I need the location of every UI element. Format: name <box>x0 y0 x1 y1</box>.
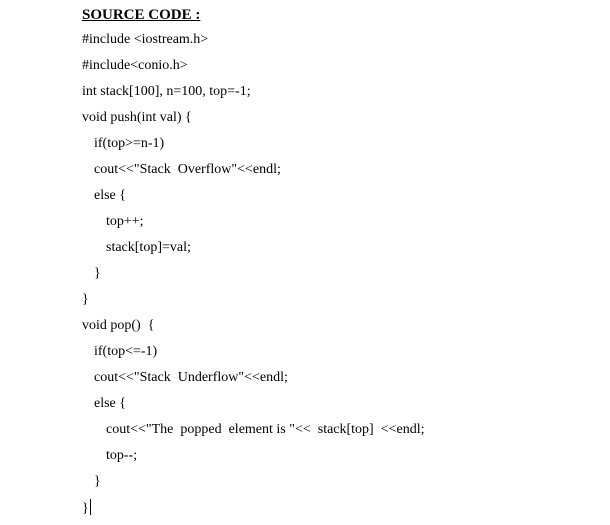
code-line-4: void push(int val) { <box>82 110 192 125</box>
code-line-15: else { <box>94 396 126 411</box>
code-line-3: int stack[100], n=100, top=-1; <box>82 84 251 99</box>
code-line-17: top--; <box>106 448 138 463</box>
code-line-1: #include <iostream.h> <box>82 32 209 47</box>
code-line-12: void pop() { <box>82 318 155 333</box>
code-line-10: } <box>94 266 101 281</box>
source-code-heading: SOURCE CODE : <box>82 7 201 23</box>
code-line-6: cout<<"Stack Overflow"<<endl; <box>94 162 281 177</box>
code-line-8: top++; <box>106 214 144 229</box>
code-line-19-text: } <box>82 501 89 516</box>
code-line-13: if(top<=-1) <box>94 344 158 359</box>
code-line-11: } <box>82 292 89 307</box>
code-line-2: #include<conio.h> <box>82 58 188 73</box>
code-line-14: cout<<"Stack Underflow"<<endl; <box>94 370 288 385</box>
code-line-9: stack[top]=val; <box>106 240 191 255</box>
text-cursor <box>89 499 91 515</box>
code-line-5: if(top>=n-1) <box>94 136 165 151</box>
document-page: SOURCE CODE : #include <iostream.h> #inc… <box>0 0 610 525</box>
code-line-19[interactable]: } <box>82 499 91 518</box>
code-line-16: cout<<"The popped element is "<< stack[t… <box>106 422 425 437</box>
code-line-18: } <box>94 474 101 489</box>
code-line-7: else { <box>94 188 126 203</box>
